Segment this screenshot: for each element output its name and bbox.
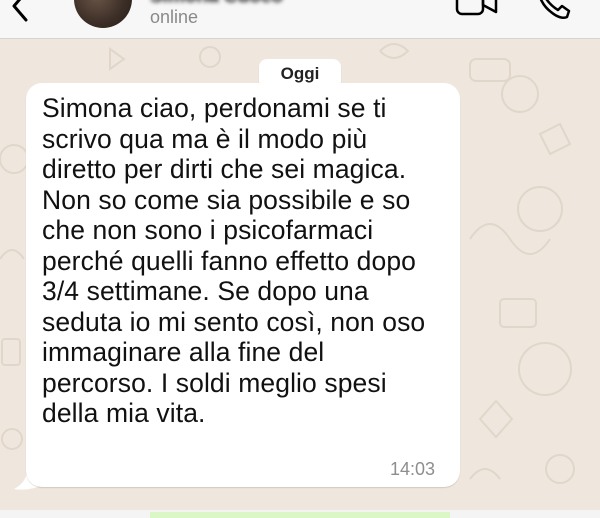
chat-header: Simona Cuoco online — [0, 0, 600, 39]
message-line: della mia vita. — [42, 398, 206, 428]
outgoing-bubble-edge — [150, 512, 450, 518]
message-line: 3/4 settimane. Se dopo una — [42, 276, 369, 306]
message-line: percorso. I soldi meglio spesi — [42, 367, 387, 398]
phone-icon[interactable] — [535, 0, 571, 20]
chevron-left-icon[interactable] — [6, 0, 34, 26]
message-line: diretto per dirti che sei magica. — [42, 154, 407, 184]
message-timestamp: 14:03 — [390, 459, 436, 479]
avatar[interactable] — [74, 0, 132, 28]
message-line: Simona ciao, perdonami se ti — [42, 93, 387, 123]
message-line: seduta io mi sento così, non oso — [42, 306, 426, 337]
message-line: immaginare alla fine del — [42, 337, 325, 367]
message-line: che non sono i psicofarmaci — [42, 215, 374, 245]
chat-area[interactable]: Oggi Simona ciao, perdonami se ti scrivo… — [0, 39, 600, 518]
message-line: scrivo qua ma è il modo più — [42, 123, 368, 154]
message-text: Simona ciao, perdonami se ti scrivo qua … — [42, 93, 462, 429]
message-line: perché quelli fanno effetto dopo — [42, 245, 417, 276]
contact-status: online — [150, 7, 199, 27]
video-camera-icon[interactable] — [455, 0, 499, 16]
message-line: Non so come sia possibile e so — [42, 184, 411, 215]
